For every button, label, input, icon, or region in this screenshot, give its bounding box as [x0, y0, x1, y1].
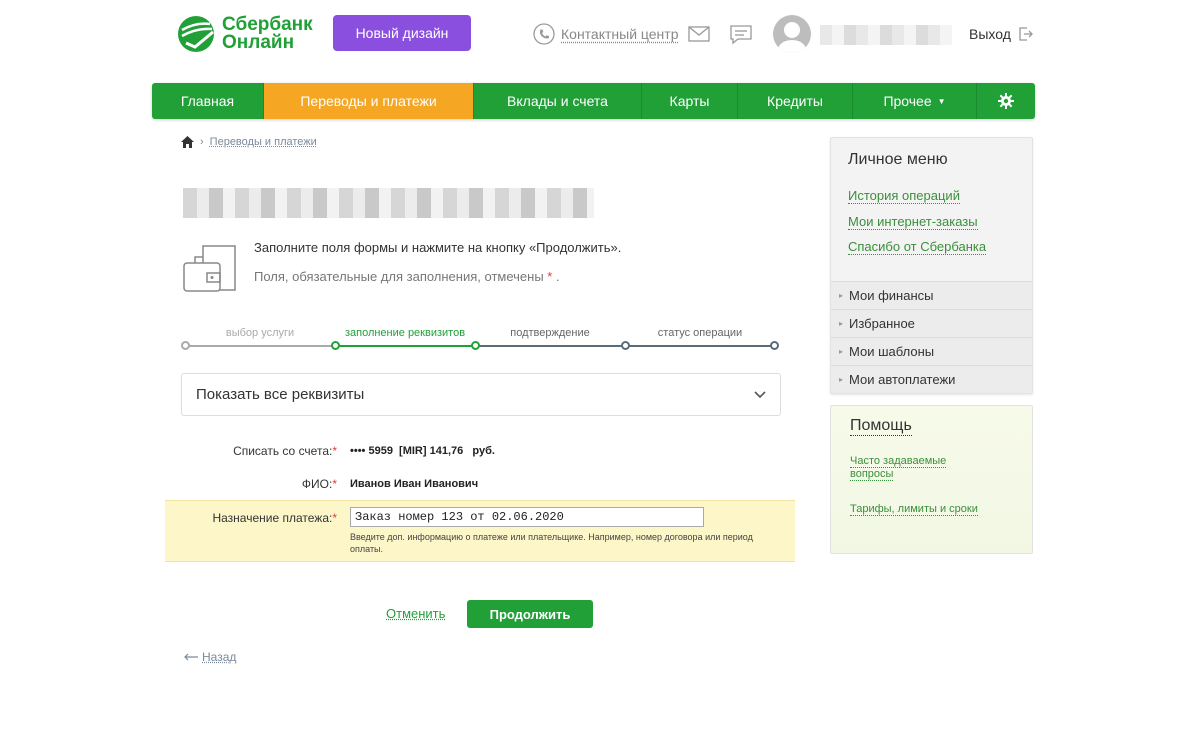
nav-item-other[interactable]: Прочее ▼ [853, 83, 977, 119]
step-label-fill-details: заполнение реквизитов [344, 327, 466, 339]
full-name-value: Иванов Иван Иванович [350, 478, 479, 490]
menu-section-finances[interactable]: ▸ Мои финансы [831, 281, 1032, 309]
form-hint: Заполните поля формы и нажмите на кнопку… [254, 240, 622, 255]
step-dot-3 [471, 341, 480, 350]
account-label: Списать со счета:* [233, 444, 337, 458]
step-dot-1 [181, 341, 190, 350]
logout-icon [1019, 27, 1033, 41]
step-dot-4 [621, 341, 630, 350]
stepper-line-2 [336, 345, 476, 347]
back-link[interactable]: Назад [184, 650, 236, 664]
home-icon[interactable] [181, 136, 194, 148]
show-all-details-toggle[interactable]: Показать все реквизиты [181, 373, 781, 416]
mail-icon[interactable] [688, 26, 710, 42]
sberbank-logo[interactable]: Сбербанк Онлайн [176, 13, 316, 55]
gear-icon [998, 93, 1014, 109]
contact-center-link[interactable]: Контактный центр [533, 23, 679, 45]
sberbank-logo-icon [178, 16, 214, 52]
settings-button[interactable] [977, 83, 1035, 119]
payment-purpose-input[interactable] [350, 507, 704, 527]
chevron-down-icon: ▼ [937, 96, 946, 106]
payment-purpose-help: Введите доп. информацию о платеже или пл… [350, 532, 753, 554]
personal-menu-panel: Личное меню История операций Мои интерне… [830, 137, 1033, 394]
nav-item-credits[interactable]: Кредиты [738, 83, 853, 119]
breadcrumb-separator-icon: › [200, 136, 204, 148]
nav-item-main[interactable]: Главная [152, 83, 264, 119]
chevron-right-icon: ▸ [839, 347, 844, 356]
help-title[interactable]: Помощь [850, 417, 912, 436]
wallet-icon [183, 245, 236, 292]
arrow-left-icon [184, 653, 198, 661]
nav-item-cards[interactable]: Карты [642, 83, 738, 119]
phone-icon [533, 23, 555, 45]
link-internet-orders[interactable]: Мои интернет-заказы [848, 214, 978, 230]
page-title-blurred [183, 188, 594, 218]
link-tariffs[interactable]: Тарифы, лимиты и сроки [850, 503, 980, 516]
payment-purpose-label: Назначение платежа:* [212, 511, 337, 525]
link-faq[interactable]: Часто задаваемые вопросы [850, 455, 980, 481]
logout-label: Выход [969, 26, 1011, 42]
nav-item-transfers[interactable]: Переводы и платежи [264, 83, 474, 119]
logo-text: Сбербанк Онлайн [222, 14, 313, 53]
menu-section-favorites[interactable]: ▸ Избранное [831, 309, 1032, 337]
personal-menu-title: Личное меню [848, 151, 948, 168]
step-label-confirm: подтверждение [510, 327, 590, 339]
step-label-status: статус операции [657, 327, 743, 339]
avatar-icon [778, 22, 806, 53]
chevron-right-icon: ▸ [839, 319, 844, 328]
contact-center-label: Контактный центр [561, 26, 679, 42]
show-all-details-label: Показать все реквизиты [196, 386, 365, 403]
link-spasibo[interactable]: Спасибо от Сбербанка [848, 239, 987, 255]
menu-section-templates[interactable]: ▸ Мои шаблоны [831, 337, 1032, 365]
link-operation-history[interactable]: История операций [848, 188, 960, 204]
step-dot-2 [331, 341, 340, 350]
breadcrumb-link-transfers[interactable]: Переводы и платежи [210, 136, 317, 148]
progress-stepper: выбор услуги заполнение реквизитов подтв… [181, 325, 779, 355]
continue-button[interactable]: Продолжить [467, 600, 593, 628]
avatar[interactable] [773, 15, 811, 53]
chevron-right-icon: ▸ [839, 291, 844, 300]
chevron-right-icon: ▸ [839, 375, 844, 384]
step-dot-5 [770, 341, 779, 350]
chat-icon[interactable] [730, 25, 752, 45]
breadcrumb: › Переводы и платежи [181, 136, 317, 148]
help-panel: Помощь Часто задаваемые вопросы Тарифы, … [830, 405, 1033, 554]
chevron-down-icon [754, 390, 766, 398]
nav-item-deposits[interactable]: Вклады и счета [474, 83, 642, 119]
step-label-select-service: выбор услуги [225, 327, 295, 339]
cancel-link[interactable]: Отменить [386, 606, 445, 621]
menu-section-autopayments[interactable]: ▸ Мои автоплатежи [831, 365, 1032, 393]
full-name-label: ФИО:* [301, 477, 337, 491]
new-design-button[interactable]: Новый дизайн [333, 15, 471, 51]
username-blurred [820, 25, 952, 45]
account-value: •••• 5959 [MIR] 141,76 руб. [350, 445, 495, 457]
logout-link[interactable]: Выход [969, 26, 1033, 42]
stepper-line-1 [189, 345, 336, 347]
required-fields-hint: Поля, обязательные для заполнения, отмеч… [254, 269, 560, 284]
main-navigation: Главная Переводы и платежи Вклады и счет… [152, 83, 1035, 119]
